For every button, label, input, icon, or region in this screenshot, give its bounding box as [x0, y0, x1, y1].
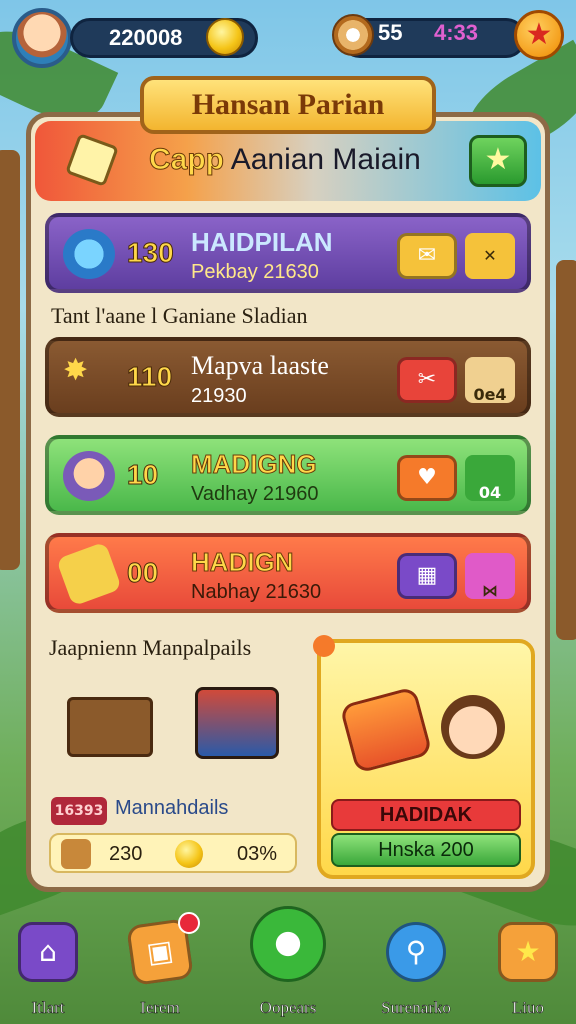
- ticket-icon[interactable]: ✉: [397, 233, 457, 279]
- row-number: 00: [126, 557, 159, 589]
- nav-home[interactable]: ⌂ Itlart: [0, 904, 96, 1024]
- play-icon: [63, 229, 115, 279]
- stats-bar: 230 03%: [49, 833, 297, 873]
- banner-title: Hansan Parian: [191, 88, 385, 121]
- nav-label: Itlart: [31, 998, 65, 1018]
- ribbon-icon[interactable]: ⋈: [465, 553, 515, 600]
- nav-items[interactable]: ▣ Ierem: [112, 904, 208, 1024]
- row-number: 130: [127, 237, 175, 269]
- player-avatar[interactable]: [12, 8, 72, 68]
- row-number: 110: [126, 361, 173, 393]
- coin-icon: [175, 840, 203, 868]
- stat-percent: 03%: [237, 843, 278, 865]
- quest-row[interactable]: 10 MADIGNG Vadhay 21960 ♥ 04: [45, 435, 531, 515]
- favorite-star-button[interactable]: ★: [469, 135, 527, 187]
- coin-icon[interactable]: [206, 18, 244, 56]
- nav-label: Oopears: [259, 998, 317, 1018]
- row-title: HAIDPILAN: [191, 227, 333, 257]
- character-icon: [63, 451, 115, 501]
- section-title: Tant l'aane l Ganiane Sladian: [51, 303, 308, 328]
- row-title: Mapva laaste: [191, 351, 329, 380]
- diamond-icon: [65, 133, 119, 187]
- treasure-chest-icon[interactable]: [67, 697, 153, 757]
- play-center-icon: [250, 906, 326, 982]
- row-title: HADIGN: [191, 547, 295, 578]
- row-title: MADIGNG: [191, 449, 318, 480]
- nav-play[interactable]: Oopears: [240, 904, 336, 1024]
- ring-icon: [332, 14, 374, 56]
- timer-value: 4:33: [434, 20, 479, 45]
- notification-badge: [178, 912, 200, 934]
- hero-title-b: Aanian Maiain: [230, 143, 421, 176]
- coin-count: 220008: [109, 25, 183, 50]
- location-icon[interactable]: ♥: [397, 455, 457, 501]
- nav-label: Ierem: [140, 998, 180, 1018]
- materials-label: Mannahdails: [115, 797, 229, 819]
- count-tag: 16393: [51, 797, 107, 825]
- home-icon: ⌂: [18, 922, 78, 982]
- notification-dot: [313, 635, 335, 657]
- offer-card[interactable]: HADIDAK Hnska 200: [313, 635, 535, 879]
- cart-icon: [339, 686, 433, 774]
- star-icon[interactable]: ★: [514, 10, 564, 60]
- nav-label: Surenarko: [381, 998, 451, 1018]
- top-hud: 220008 55 4:33 ★: [10, 6, 566, 68]
- tree-trunk-right: [556, 260, 576, 640]
- character-avatar: [441, 695, 505, 759]
- nav-label: Liuo: [511, 998, 545, 1018]
- toolbox-icon[interactable]: [195, 687, 279, 759]
- nav-favorites[interactable]: ★ Liuo: [480, 904, 576, 1024]
- tool-icon[interactable]: ✂: [397, 357, 457, 403]
- quest-row[interactable]: ✸ 110 Mapva laaste 21930 ✂ 0e4: [45, 337, 531, 417]
- hero-title-a: Capp: [149, 143, 225, 177]
- hero-title: Capp Aanian Maiain: [149, 143, 421, 177]
- row-subtitle: 21930: [191, 385, 247, 407]
- star-icon: ★: [498, 922, 558, 982]
- sparkle-icon: ✸: [63, 353, 89, 388]
- quest-row[interactable]: 130 HAIDPILAN Pekbay 21630 ✉ ✕: [45, 213, 531, 293]
- row-side-value[interactable]: 04: [465, 455, 515, 502]
- main-panel: Capp Aanian Maiain ★ 130 HAIDPILAN Pekba…: [26, 112, 550, 892]
- title-banner: Hansan Parian: [140, 76, 436, 134]
- shop-icon[interactable]: ▦: [397, 553, 457, 599]
- nav-search[interactable]: ⚲ Surenarko: [368, 904, 464, 1024]
- pot-icon: [61, 839, 91, 869]
- row-subtitle: Vadhay 21960: [191, 483, 319, 505]
- row-number: 10: [126, 459, 159, 491]
- bag-icon: [56, 541, 122, 607]
- section-title: Jaapnienn Manpalpails: [49, 635, 252, 660]
- row-subtitle: Nabhay 21630: [191, 581, 322, 603]
- row-subtitle: Pekbay 21630: [191, 261, 319, 283]
- search-icon: ⚲: [386, 922, 446, 982]
- offer-button[interactable]: Hnska 200: [331, 833, 521, 867]
- stat-value: 230: [109, 843, 143, 865]
- reward-icon[interactable]: ✕: [465, 233, 515, 279]
- quest-row[interactable]: 00 HADIGN Nabhay 21630 ▦ ⋈: [45, 533, 531, 613]
- offer-title: HADIDAK: [331, 799, 521, 831]
- row-side-value[interactable]: 0e4: [465, 357, 515, 404]
- energy-count: 55: [378, 20, 403, 45]
- tree-trunk-left: [0, 150, 20, 570]
- bottom-nav: ⌂ Itlart ▣ Ierem Oopears ⚲ Surenarko ★ L…: [0, 904, 576, 1024]
